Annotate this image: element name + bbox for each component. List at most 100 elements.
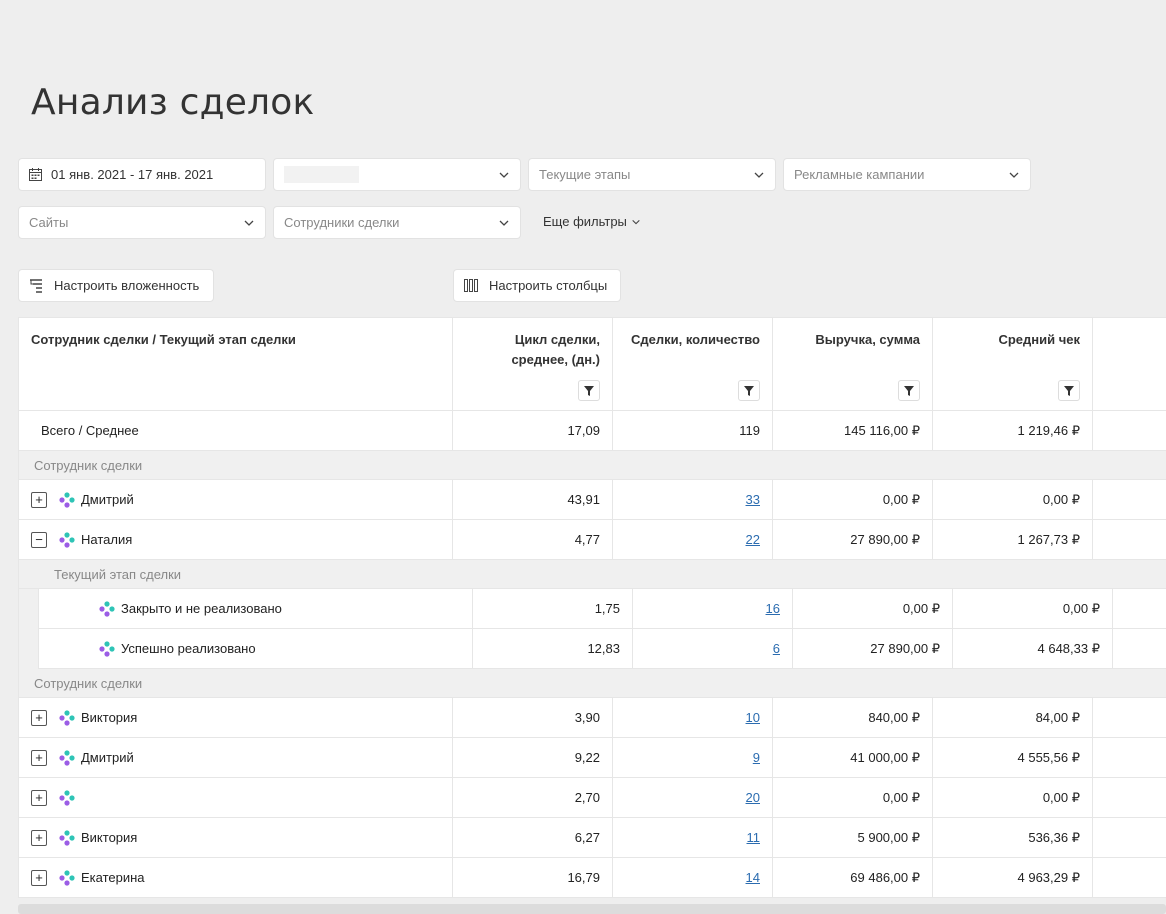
count-link[interactable]: 14: [746, 870, 760, 885]
empty-cell: [1093, 480, 1166, 519]
empty-cell: [1093, 858, 1166, 897]
expand-toggle-icon[interactable]: +: [31, 789, 47, 806]
row-name: Дмитрий: [81, 750, 134, 765]
count-link[interactable]: 20: [746, 790, 760, 805]
row-label-cell: Закрыто и не реализовано: [39, 589, 473, 628]
configure-columns-label: Настроить столбцы: [489, 278, 608, 293]
table-row[interactable]: + Виктория 6,27 11 5 900,00 ₽536,36 ₽: [19, 818, 1166, 858]
redacted-value: [284, 166, 359, 183]
column-header-revenue: Выручка, сумма: [773, 318, 933, 411]
table-row[interactable]: + Дмитрий 9,22 9 41 000,00 ₽4 555,56 ₽: [19, 738, 1166, 778]
row-label-cell: − Наталия: [19, 520, 453, 559]
report-table: Сотрудник сделки / Текущий этап сделки Ц…: [18, 317, 1166, 898]
count-link[interactable]: 9: [753, 750, 760, 765]
more-filters-label: Еще фильтры: [543, 214, 627, 229]
count-link[interactable]: 6: [773, 641, 780, 656]
empty-cell: [1093, 411, 1166, 450]
revenue-cell: 0,00 ₽: [793, 589, 953, 628]
filter-icon[interactable]: [738, 380, 760, 401]
count-cell[interactable]: 33: [613, 480, 773, 519]
row-name: Екатерина: [81, 870, 145, 885]
revenue-cell: 41 000,00 ₽: [773, 738, 933, 777]
filter-icon[interactable]: [1058, 380, 1080, 401]
revenue-cell: 27 890,00 ₽: [793, 629, 953, 668]
horizontal-scrollbar[interactable]: [18, 904, 1166, 914]
configure-nesting-button[interactable]: Настроить вложенность: [18, 269, 214, 302]
configure-columns-button[interactable]: Настроить столбцы: [453, 269, 621, 302]
count-link[interactable]: 11: [747, 830, 761, 845]
date-range-picker[interactable]: 01 янв. 2021 - 17 янв. 2021: [18, 158, 266, 191]
table-row[interactable]: + Виктория 3,90 10 840,00 ₽84,00 ₽: [19, 698, 1166, 738]
count-cell[interactable]: 20: [613, 778, 773, 817]
revenue-cell: 840,00 ₽: [773, 698, 933, 737]
employees-select[interactable]: Сотрудники сделки: [273, 206, 521, 239]
chevron-down-icon: [632, 219, 640, 224]
dots-icon: [59, 749, 75, 766]
empty-cell: [1093, 520, 1166, 559]
expand-toggle-icon[interactable]: +: [31, 829, 47, 846]
expand-toggle-icon[interactable]: +: [31, 869, 47, 886]
stage-group: Закрыто и не реализовано 1,75 16 0,00 ₽0,00…: [19, 589, 1166, 669]
configure-nesting-label: Настроить вложенность: [54, 278, 200, 293]
section-label: Сотрудник сделки: [19, 451, 1166, 480]
total-revenue: 145 116,00 ₽: [773, 411, 933, 450]
empty-cell: [1113, 629, 1166, 668]
more-filters-button[interactable]: Еще фильтры: [543, 214, 641, 229]
chevron-down-icon: [499, 172, 509, 178]
avg-cell: 4 648,33 ₽: [953, 629, 1113, 668]
row-name: Виктория: [81, 830, 138, 845]
stages-select[interactable]: Текущие этапы: [528, 158, 776, 191]
chevron-down-icon: [1009, 172, 1019, 178]
column-header-count: Сделки, количество: [613, 318, 773, 411]
cycle-cell: 12,83: [473, 629, 633, 668]
sites-select[interactable]: Сайты: [18, 206, 266, 239]
row-label-cell: + Дмитрий: [19, 738, 453, 777]
stage-row[interactable]: Закрыто и не реализовано 1,75 16 0,00 ₽0,00…: [38, 589, 1166, 629]
expand-toggle-icon[interactable]: −: [31, 531, 47, 548]
count-cell[interactable]: 11: [613, 818, 773, 857]
date-range-value: 01 янв. 2021 - 17 янв. 2021: [51, 167, 214, 182]
row-name: Дмитрий: [81, 492, 134, 507]
nesting-icon: [30, 279, 42, 293]
dots-icon: [59, 709, 75, 726]
count-link[interactable]: 10: [746, 710, 760, 725]
row-label-cell: + Виктория: [19, 698, 453, 737]
count-cell[interactable]: 10: [613, 698, 773, 737]
revenue-cell: 0,00 ₽: [773, 778, 933, 817]
count-cell[interactable]: 14: [613, 858, 773, 897]
cycle-cell: 6,27: [453, 818, 613, 857]
count-link[interactable]: 22: [746, 532, 760, 547]
filter-icon[interactable]: [578, 380, 600, 401]
table-header: Сотрудник сделки / Текущий этап сделки Ц…: [19, 318, 1166, 411]
count-cell[interactable]: 22: [613, 520, 773, 559]
dots-icon: [59, 531, 75, 548]
stage-row[interactable]: Успешно реализовано 12,83 6 27 890,00 ₽4 64…: [38, 629, 1166, 669]
revenue-cell: 69 486,00 ₽: [773, 858, 933, 897]
table-row[interactable]: + Екатерина 16,79 14 69 486,00 ₽4 963,29 ₽: [19, 858, 1166, 898]
count-cell[interactable]: 9: [613, 738, 773, 777]
project-select[interactable]: [273, 158, 521, 191]
campaigns-select[interactable]: Рекламные кампании: [783, 158, 1031, 191]
stages-placeholder: Текущие этапы: [539, 167, 631, 182]
employees-placeholder: Сотрудники сделки: [284, 215, 400, 230]
expand-toggle-icon[interactable]: +: [31, 709, 47, 726]
filter-icon[interactable]: [898, 380, 920, 401]
cycle-cell: 9,22: [453, 738, 613, 777]
cycle-cell: 16,79: [453, 858, 613, 897]
table-row[interactable]: +2,70 20 0,00 ₽0,00 ₽: [19, 778, 1166, 818]
table-row[interactable]: − Наталия 4,77 22 27 890,00 ₽1 267,73 ₽: [19, 520, 1166, 560]
employee-group-2: + Виктория 3,90 10 840,00 ₽84,00 ₽ + Дмитрий 9,…: [19, 698, 1166, 898]
count-cell[interactable]: 16: [633, 589, 793, 628]
expand-toggle-icon[interactable]: +: [31, 491, 47, 508]
count-link[interactable]: 33: [746, 492, 760, 507]
column-header-cycle: Цикл сделки, среднее, (дн.): [453, 318, 613, 411]
empty-cell: [1093, 698, 1166, 737]
count-cell[interactable]: 6: [633, 629, 793, 668]
row-label-cell: + Екатерина: [19, 858, 453, 897]
table-row[interactable]: + Дмитрий 43,91 33 0,00 ₽0,00 ₽: [19, 480, 1166, 520]
expand-toggle-icon[interactable]: +: [31, 749, 47, 766]
count-link[interactable]: 16: [766, 601, 780, 616]
chevron-down-icon: [499, 220, 509, 226]
column-header-dimension: Сотрудник сделки / Текущий этап сделки: [19, 318, 453, 411]
avg-cell: 84,00 ₽: [933, 698, 1093, 737]
